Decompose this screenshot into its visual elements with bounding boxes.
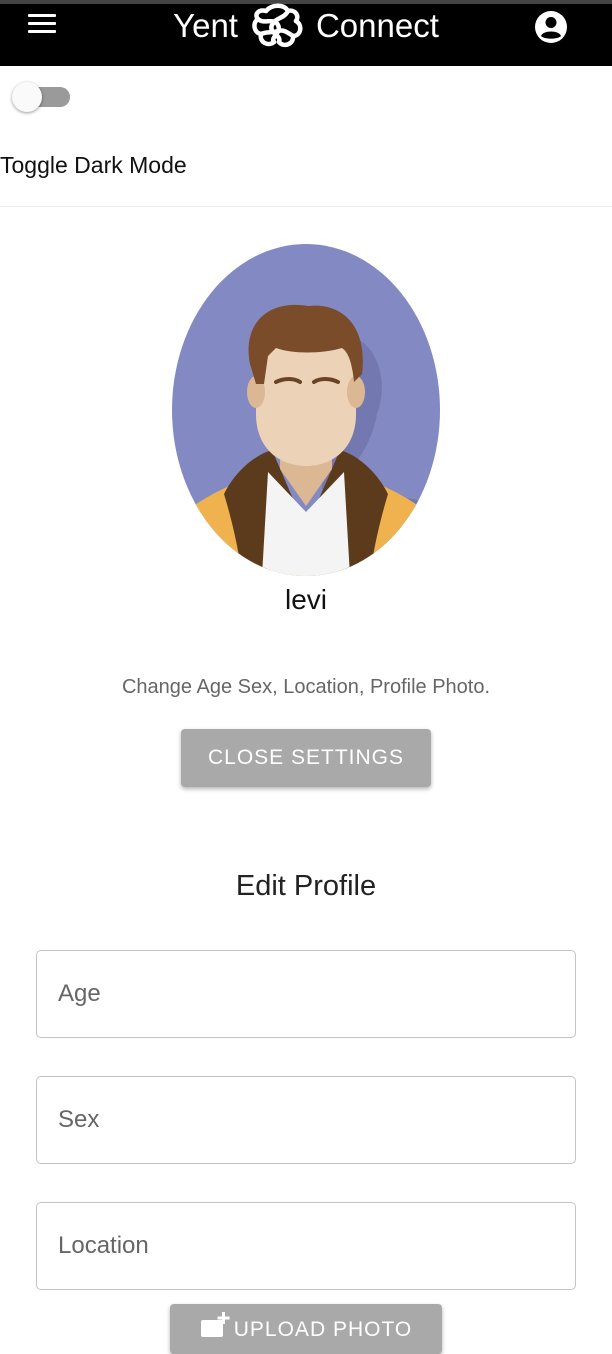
location-field[interactable] xyxy=(36,1202,576,1290)
settings-note: Change Age Sex, Location, Profile Photo. xyxy=(121,676,491,698)
knot-logo-icon xyxy=(252,3,303,48)
sex-field[interactable] xyxy=(36,1076,576,1164)
brand-right-text: Connect xyxy=(315,7,439,44)
brand-title: Yent Connect xyxy=(0,3,612,48)
age-field[interactable] xyxy=(36,950,576,1038)
brand-left-text: Yent xyxy=(173,7,238,44)
divider xyxy=(0,206,612,207)
profile-avatar xyxy=(172,244,440,576)
upload-photo-button[interactable]: UPLOAD PHOTO xyxy=(170,1304,442,1354)
upload-photo-label: UPLOAD PHOTO xyxy=(233,1318,413,1341)
dark-mode-label: Toggle Dark Mode xyxy=(0,152,187,178)
switch-thumb xyxy=(12,82,42,112)
app-bar: Yent Connect xyxy=(0,0,612,66)
close-settings-button[interactable]: CLOSE SETTINGS xyxy=(181,729,431,787)
edit-profile-title: Edit Profile xyxy=(235,870,377,902)
dark-mode-switch[interactable] xyxy=(12,82,72,112)
account-circle-icon[interactable] xyxy=(534,10,568,44)
profile-name: levi xyxy=(284,584,327,615)
